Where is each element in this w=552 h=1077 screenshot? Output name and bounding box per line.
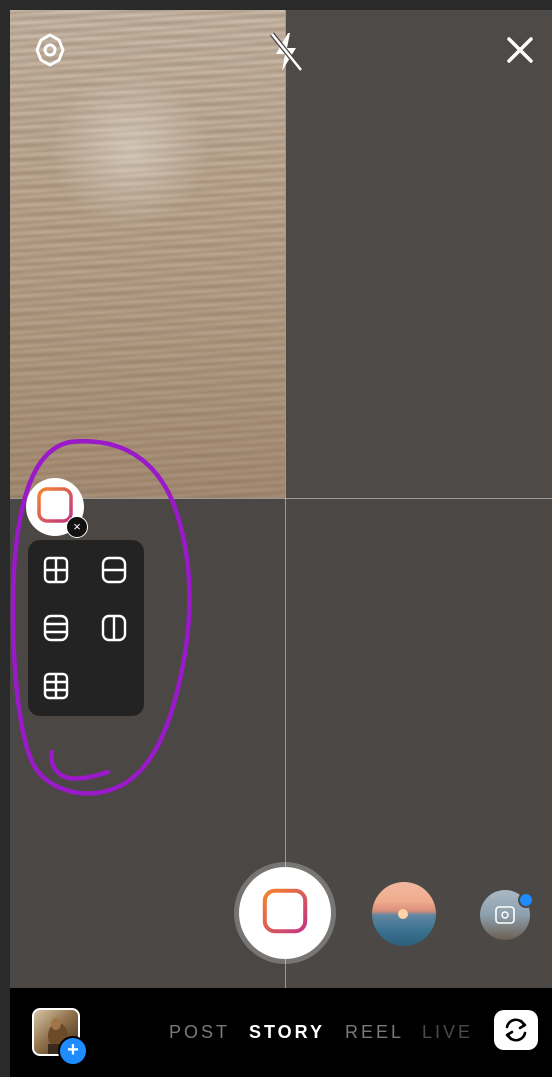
flip-camera-button[interactable] [494,1010,538,1050]
mode-tab-reel[interactable]: REEL [345,1022,404,1043]
split-vertical-icon[interactable] [101,614,127,642]
layout-cell-top-left[interactable] [10,10,285,498]
capture-button-inner [239,867,331,959]
capture-button[interactable] [234,862,336,964]
flash-off-icon[interactable] [268,30,304,74]
close-icon[interactable] [504,34,536,66]
settings-gear-icon[interactable] [32,32,68,68]
mode-tab-post[interactable]: POST [169,1022,230,1043]
bottom-mode-bar: + POST STORY REEL LIVE [10,988,552,1077]
mode-tab-live[interactable]: LIVE [422,1022,473,1043]
grid-4-icon[interactable] [43,556,69,584]
flip-camera-icon [505,1018,527,1042]
split-horizontal-icon[interactable] [101,556,127,584]
layout-icon [261,887,309,940]
sunset-effect-thumbnail[interactable] [372,882,436,946]
grid-divider-horizontal [10,498,552,499]
effect-face-icon [495,906,515,924]
mode-tab-story[interactable]: STORY [249,1022,325,1043]
layout-options-menu [28,540,144,716]
split-3-horizontal-icon[interactable] [43,614,69,642]
layout-cell-top-right[interactable] [286,10,552,498]
camera-viewfinder[interactable]: × + POST STORY REEL LIVE [10,10,552,1077]
new-effect-indicator [518,892,534,908]
grid-6-icon[interactable] [43,672,69,700]
layout-close-button[interactable]: × [66,516,88,538]
add-media-badge[interactable]: + [58,1036,88,1066]
grid-divider-vertical [285,10,286,988]
